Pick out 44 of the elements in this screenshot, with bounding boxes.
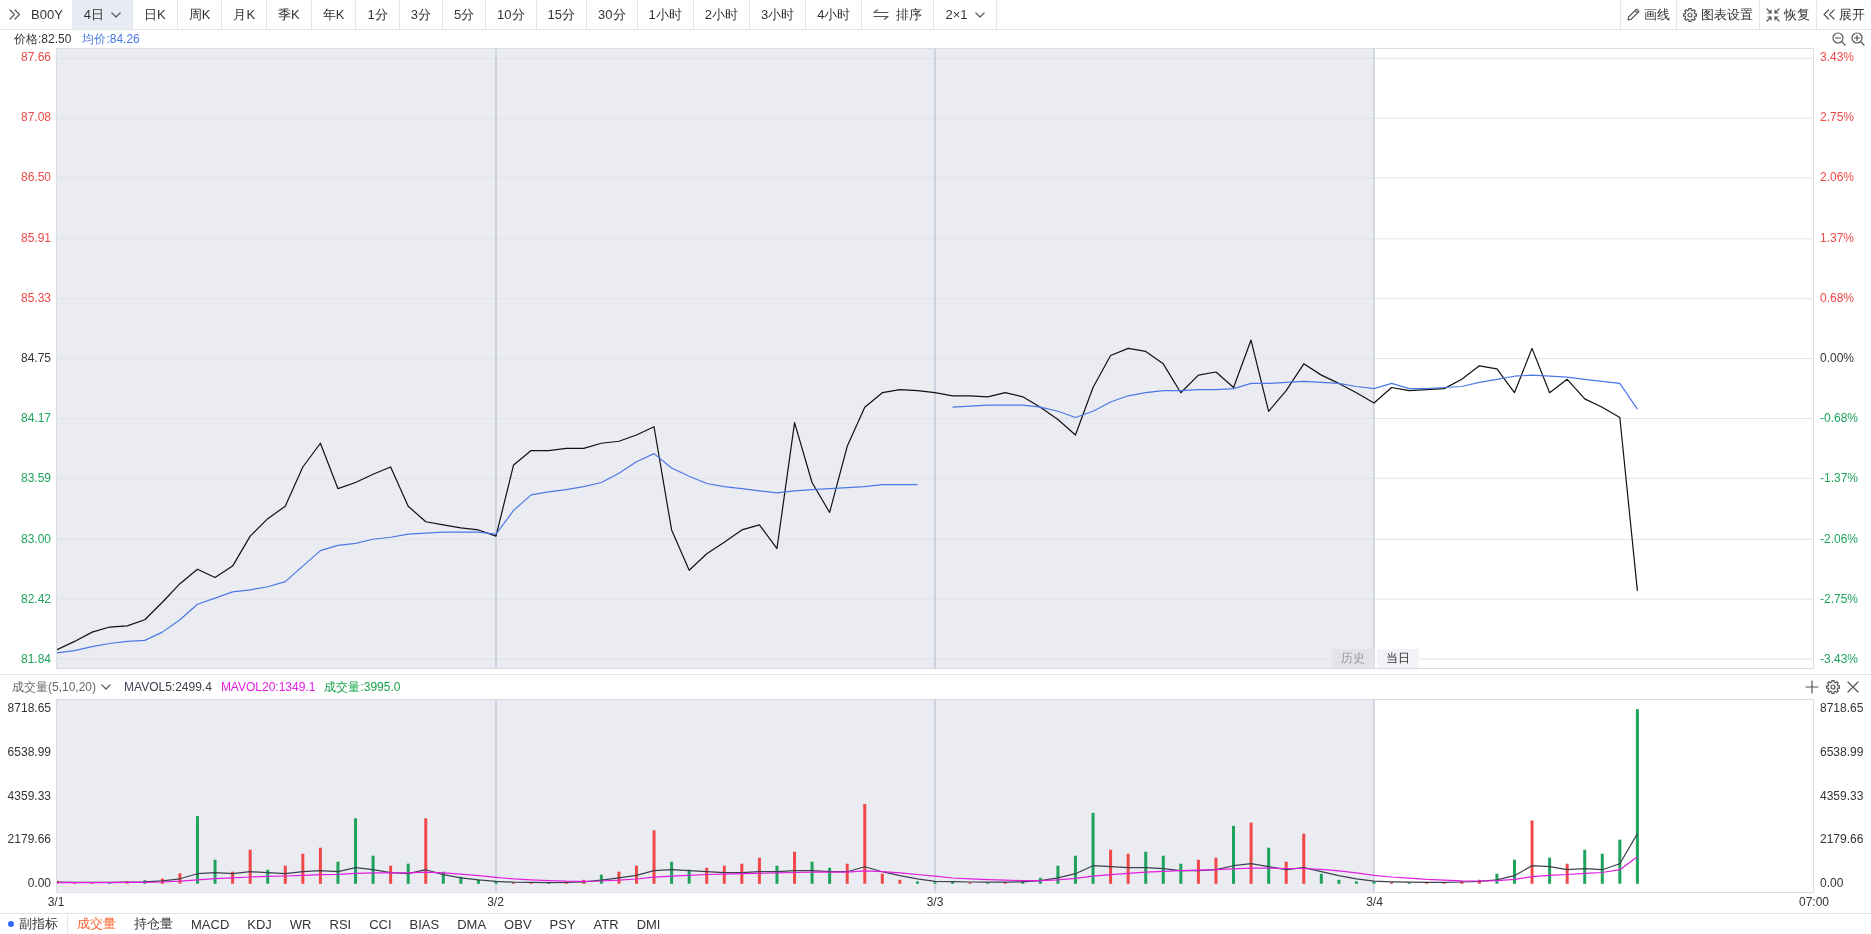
legend-reading: 成交量:3995.0 (324, 678, 401, 696)
volume-axis-label: 2179.66 (7, 832, 51, 847)
price-axis-label: 81.84 (20, 651, 51, 666)
price-axis-label: 86.50 (20, 170, 51, 185)
date-axis-label: 3/4 (1366, 895, 1383, 909)
change-axis-label: -2.06% (1820, 531, 1859, 546)
volume-axis-label: 6538.99 (7, 744, 51, 759)
volume-axis-label: 4359.33 (7, 788, 51, 803)
price-axis-label: 84.17 (20, 410, 51, 425)
legend-reading: MAVOL20:1349.1 (220, 680, 316, 694)
price-axis-label: 83.00 (20, 531, 51, 546)
change-axis-label: -1.37% (1820, 470, 1859, 485)
change-axis-label: 2.75% (1820, 110, 1855, 125)
price-axis-label: 84.75 (20, 351, 51, 365)
volume-axis-label: 6538.99 (1820, 744, 1864, 759)
symbol-label: B00Y (29, 0, 73, 29)
volume-axis-label: 0.00 (1820, 875, 1844, 890)
average-price-readout: 均价:84.26 (82, 30, 140, 48)
price-axis-label: 83.59 (20, 470, 51, 485)
change-axis-label: -0.68% (1820, 410, 1859, 425)
volume-axis-label: 8718.65 (7, 701, 51, 716)
indicator-section-label: 副指标 (19, 915, 58, 933)
change-axis-label: 1.37% (1820, 231, 1855, 246)
price-axis-label: 87.66 (20, 50, 51, 65)
change-axis-label: 0.00% (1820, 351, 1855, 365)
change-axis-label: 3.43% (1820, 50, 1855, 65)
change-axis-label: 2.06% (1820, 170, 1855, 185)
legend-reading: MAVOL5:2499.4 (124, 680, 212, 694)
price-readout: 价格:82.50 (14, 30, 72, 48)
volume-axis-label: 0.00 (27, 875, 51, 890)
price-axis-label: 87.08 (20, 110, 51, 125)
volume-axis-label: 8718.65 (1820, 701, 1864, 716)
date-axis-label: 07:00 (1799, 895, 1829, 909)
date-axis-label: 3/2 (487, 895, 504, 909)
price-axis-label: 85.33 (20, 291, 51, 306)
price-axis-label: 82.42 (20, 591, 51, 606)
date-axis-label: 3/1 (47, 895, 65, 909)
price-axis-label: 85.91 (20, 231, 51, 246)
date-axis-label: 3/3 (926, 895, 944, 909)
volume-axis-label: 4359.33 (1820, 788, 1864, 803)
change-axis-label: -2.75% (1820, 591, 1859, 606)
change-axis-label: -3.43% (1820, 651, 1859, 666)
change-axis-label: 0.68% (1820, 291, 1855, 306)
volume-axis-label: 2179.66 (1820, 832, 1864, 847)
